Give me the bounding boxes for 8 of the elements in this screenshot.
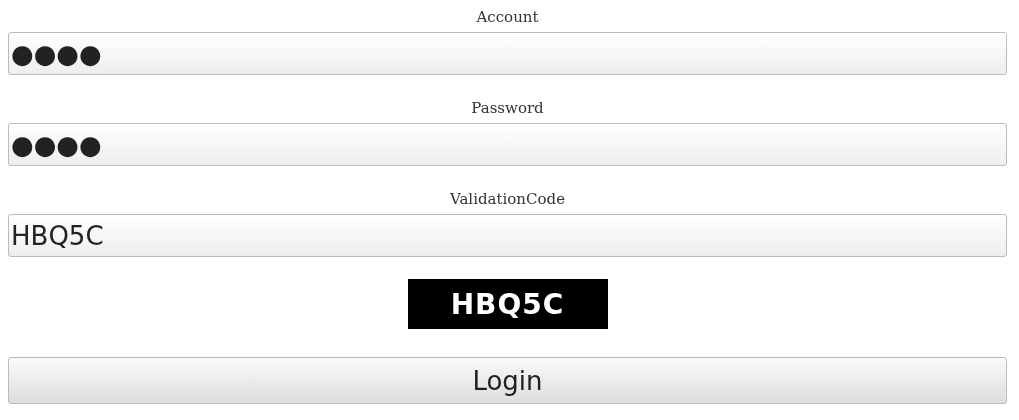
input-field[interactable]: HBQ5C [8,214,1007,257]
field-label: Account [476,7,539,28]
field-label: Password [471,98,544,119]
input-field[interactable]: ●●●● [8,123,1007,166]
field-label: ValidationCode [449,189,565,210]
input-field[interactable]: ●●●● [8,32,1007,75]
login-button[interactable]: Login [8,357,1007,404]
captcha-image: HBQ5C [407,279,608,329]
